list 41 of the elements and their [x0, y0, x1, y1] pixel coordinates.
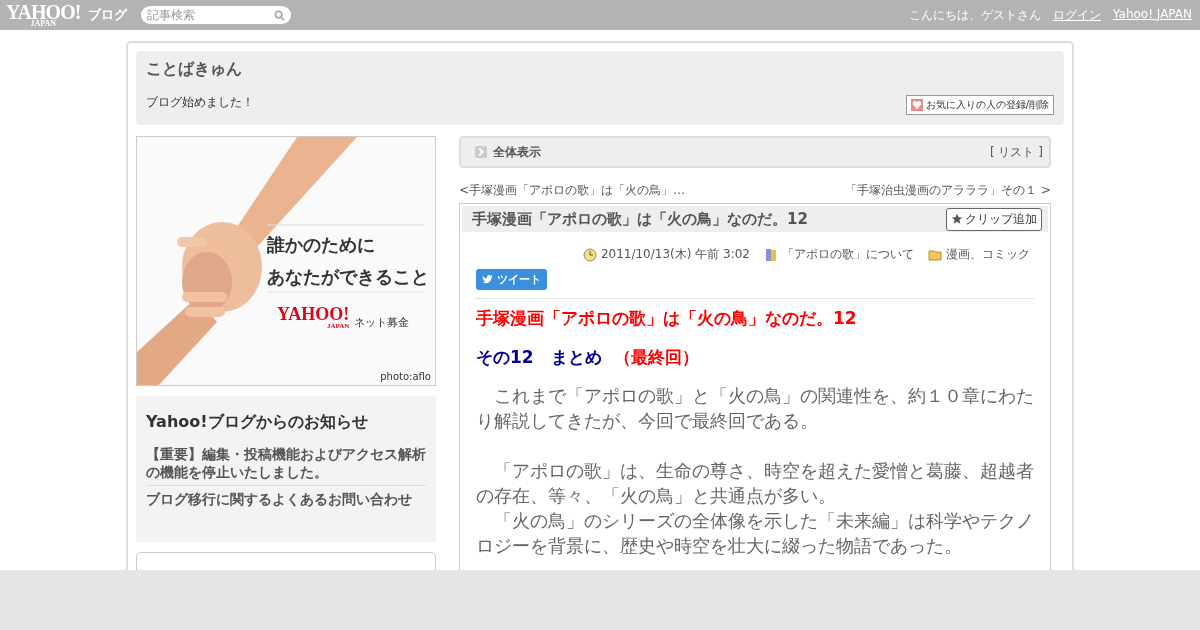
banner-caption: ネット募金 — [354, 315, 410, 330]
star-icon — [951, 213, 963, 225]
post-date[interactable]: 2011/10/13(木) 午前 3:02 — [600, 246, 750, 263]
post-heading: 手塚漫画「アポロの歌」は「火の鳥」なのだ。12 — [476, 307, 858, 330]
next-mark: > — [1040, 183, 1051, 197]
prev-link[interactable]: 手塚漫画「アポロの歌」は「火の鳥」… — [469, 183, 686, 197]
notice-title: Yahoo!ブログからのお知らせ — [146, 412, 369, 433]
heart-icon — [910, 99, 923, 111]
greeting-text: こんにちは、ゲストさん — [908, 6, 1041, 24]
notice-link[interactable]: 【重要】編集・投稿機能およびアクセス解析の機能を停止いたしました。 — [146, 441, 426, 485]
bracket-mark: ] — [1038, 144, 1043, 159]
search-field[interactable]: 記事検索 — [141, 6, 292, 24]
post-paragraph: これまで「アポロの歌」と「火の鳥」の関連性を、約１０章にわたり解説してきたが、今回で最終回である。 — [476, 384, 1034, 433]
book-icon — [764, 247, 778, 262]
list-link[interactable]: リスト — [998, 144, 1035, 159]
photo-credit: photo:aflo — [380, 371, 431, 382]
category-link[interactable]: 「アポロの歌」について — [782, 246, 914, 263]
post-subheading: その12 まとめ — [476, 346, 602, 369]
post-paragraph: 「アポロの歌」は、生命の尊さ、時空を超えた愛憎と葛藤、超越者の存在、等々、「火の鳥」と共通点が多い。 — [476, 459, 1034, 508]
folder-link[interactable]: 漫画、コミック — [946, 246, 1030, 263]
notice-link[interactable]: ブログ移行に関するよくあるお問い合わせ — [146, 485, 426, 512]
clip-button[interactable]: クリップ追加 — [946, 207, 1042, 231]
post-subheading: （最終回） — [613, 346, 699, 369]
banner-text: あなたができること — [267, 265, 429, 289]
arrow-icon — [475, 146, 487, 158]
clock-icon — [582, 247, 597, 262]
folder-icon — [928, 247, 942, 262]
post-paragraph: 「火の鳥」のシリーズの全体像を示した「未来編」は科学やテクノロジーを背景に、歴史や時空を壮大に綴った物語であった。 — [476, 509, 1034, 558]
favorite-button[interactable]: お気に入りの人の登録/削除 — [905, 95, 1054, 115]
bird-icon — [482, 273, 494, 286]
service-name: ブログ — [88, 6, 128, 24]
banner-text: 誰かのために — [267, 233, 376, 257]
blog-title[interactable]: ことばきゅん — [146, 59, 242, 80]
next-link[interactable]: 「手塚治虫漫画のアラララ」その１ — [845, 183, 1038, 197]
view-label: 全体表示 — [493, 143, 541, 161]
post-title[interactable]: 手塚漫画「アポロの歌」は「火の鳥」なのだ。12 — [472, 209, 808, 229]
blog-description: ブログ始めました！ — [146, 94, 254, 111]
bracket-mark: [ — [989, 144, 995, 159]
prev-mark: < — [459, 183, 470, 197]
search-input[interactable]: 記事検索 — [147, 8, 275, 22]
search-icon — [274, 9, 286, 21]
